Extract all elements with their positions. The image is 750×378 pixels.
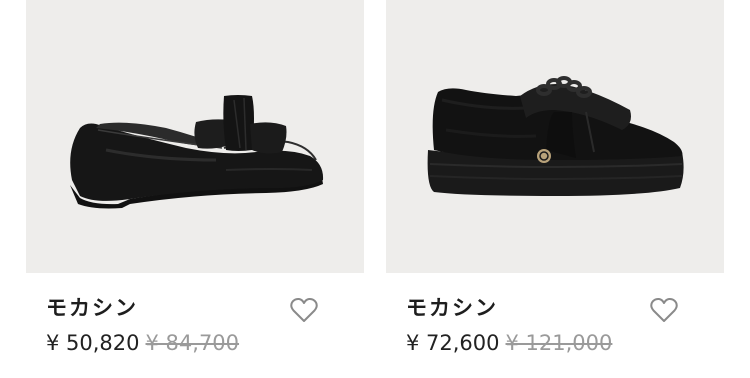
product-image[interactable] (386, 0, 724, 273)
product-card[interactable]: モカシン ¥ 50,820 ¥ 84,700 (26, 0, 364, 378)
sale-price: ¥ 72,600 (406, 331, 500, 355)
original-price: ¥ 84,700 (145, 331, 240, 355)
creeper-shoe-image (427, 76, 684, 196)
price-row: ¥ 72,600 ¥ 121,000 (406, 331, 612, 355)
original-price: ¥ 121,000 (505, 331, 613, 355)
product-card[interactable]: モカシン ¥ 72,600 ¥ 121,000 (386, 0, 724, 378)
product-name[interactable]: モカシン (46, 292, 138, 322)
product-image[interactable] (26, 0, 364, 273)
loafer-shoe-image (70, 95, 324, 209)
price-row: ¥ 50,820 ¥ 84,700 (46, 331, 239, 355)
product-name[interactable]: モカシン (406, 292, 498, 322)
sale-price: ¥ 50,820 (46, 331, 140, 355)
heart-outline-icon (290, 297, 318, 322)
favorite-button[interactable] (289, 296, 319, 324)
favorite-button[interactable] (649, 296, 679, 324)
heart-outline-icon (650, 297, 678, 322)
